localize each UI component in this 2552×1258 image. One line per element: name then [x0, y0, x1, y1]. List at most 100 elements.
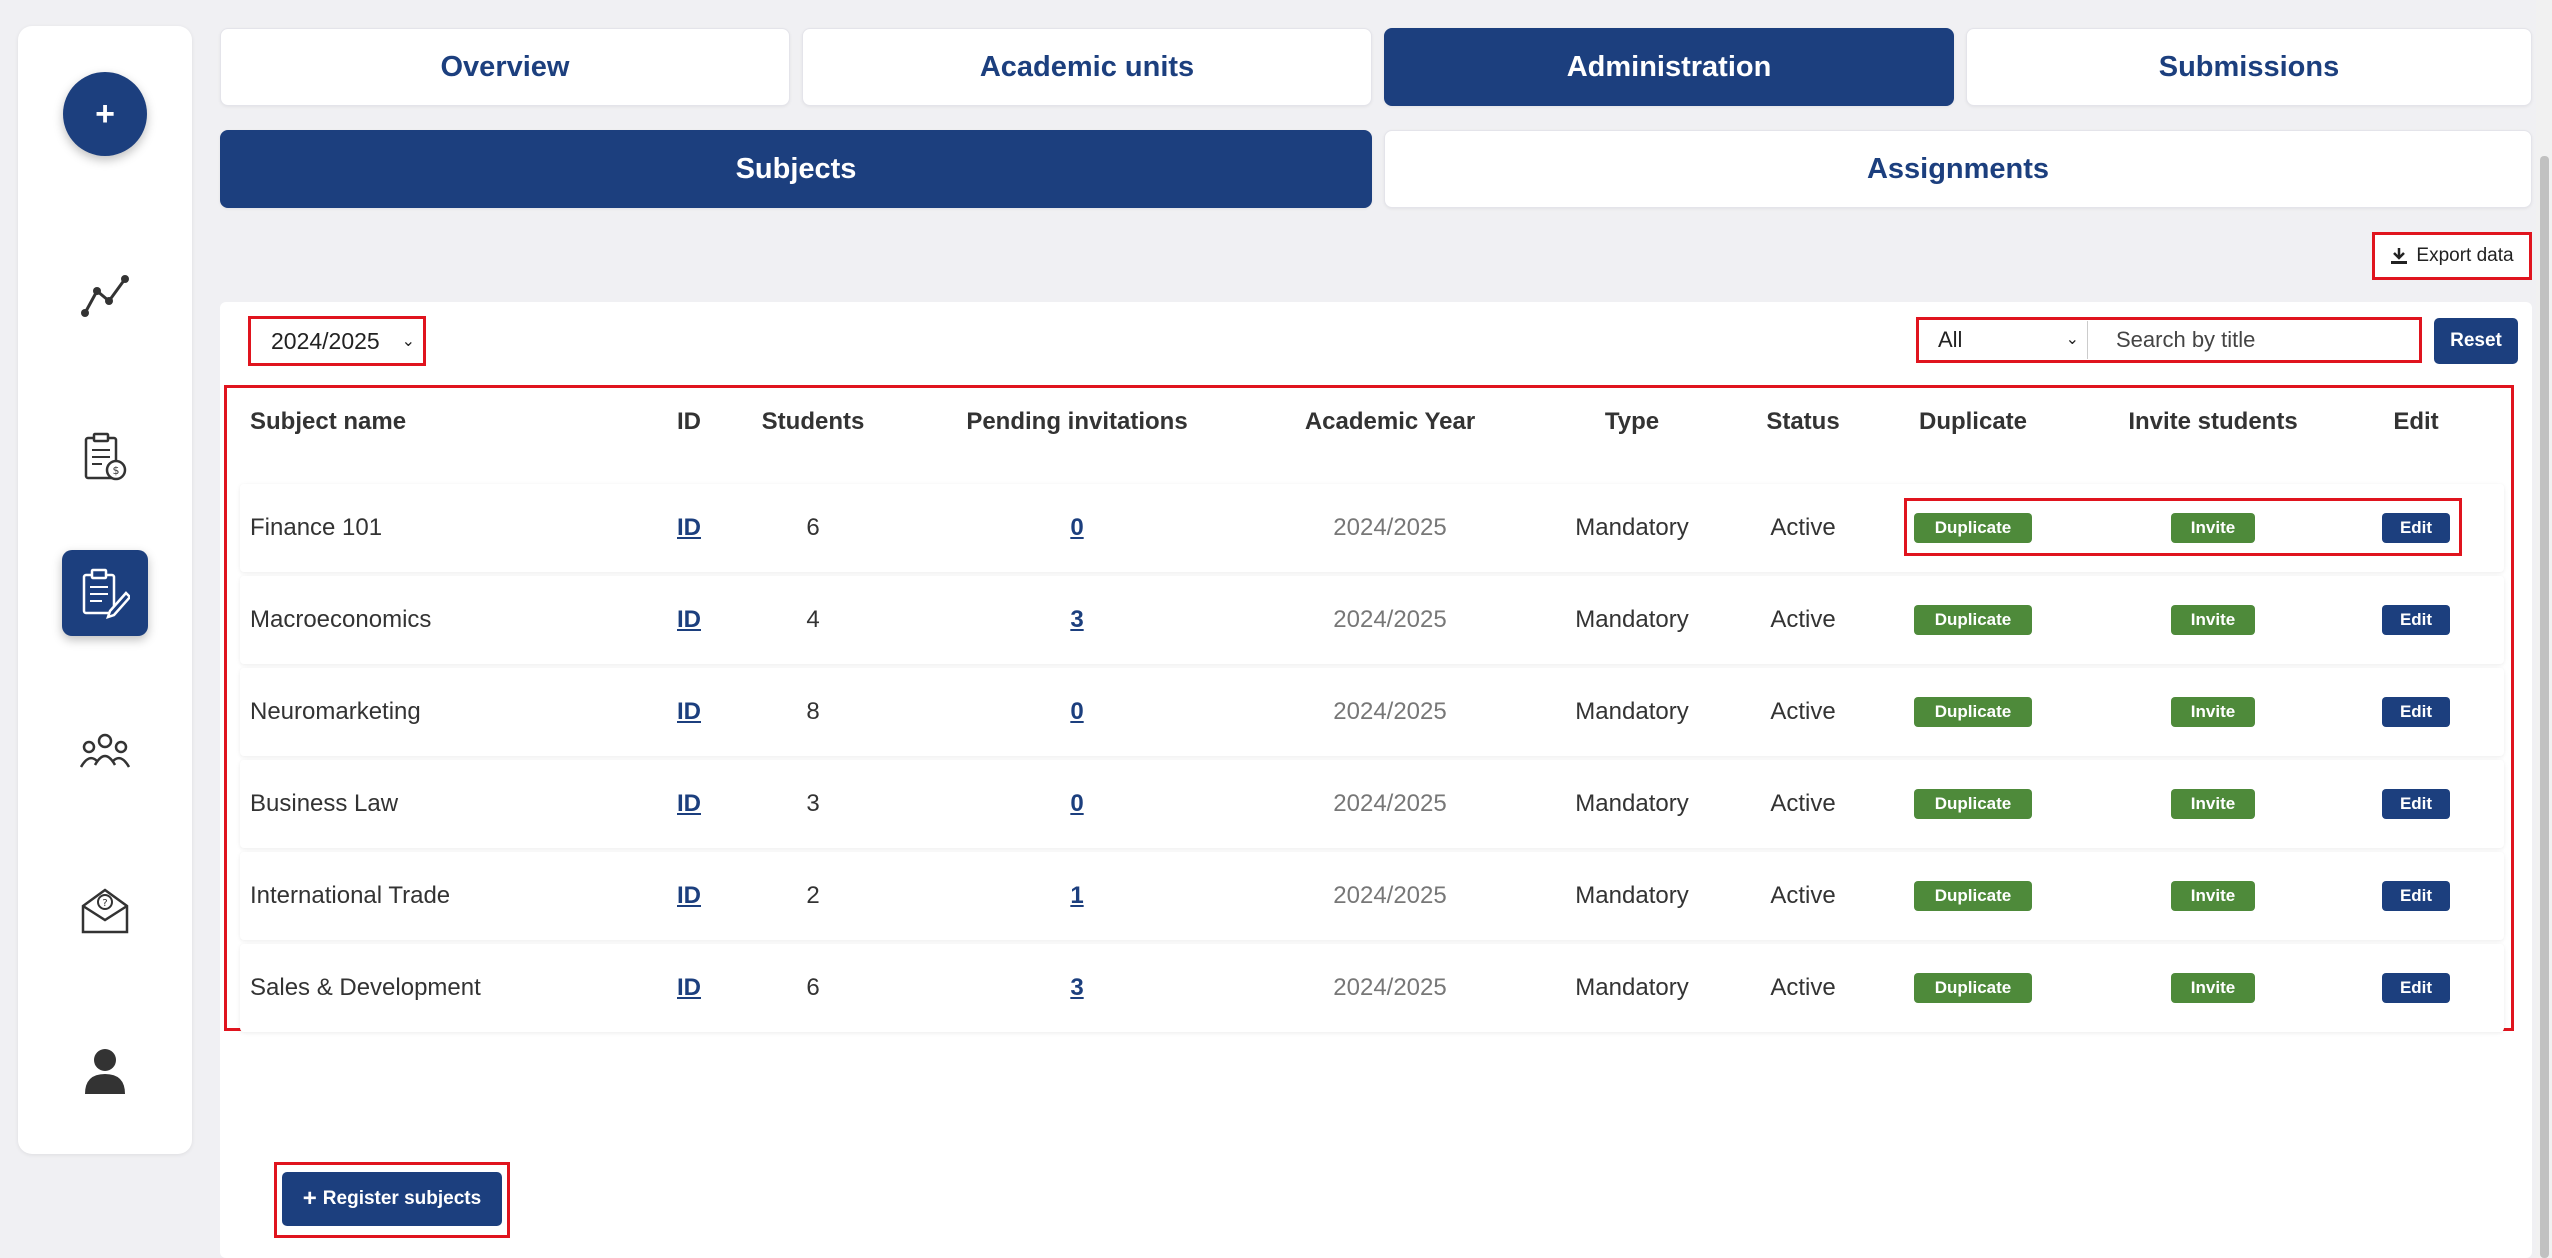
subject-id-link[interactable]: ID: [677, 882, 701, 910]
plus-icon: +: [95, 94, 115, 133]
subject-type: Mandatory: [1575, 514, 1689, 541]
tab-label: Overview: [440, 50, 570, 83]
chevron-down-icon: ⌄: [2065, 331, 2079, 348]
pending-invitations-link[interactable]: 3: [1070, 606, 1083, 634]
subtab-subjects[interactable]: Subjects: [220, 130, 1372, 208]
add-button[interactable]: +: [63, 72, 147, 156]
subject-status: Active: [1770, 790, 1836, 817]
column-header: Invite students: [2128, 408, 2298, 435]
subtab-label: Assignments: [1866, 152, 2050, 185]
type-filter-value: All: [1938, 327, 1963, 352]
duplicate-button[interactable]: Duplicate: [1914, 789, 2032, 819]
subject-type: Mandatory: [1575, 698, 1689, 725]
pending-invitations-link[interactable]: 0: [1070, 698, 1083, 726]
tab-administration[interactable]: Administration: [1384, 28, 1954, 106]
pending-invitations-link[interactable]: 3: [1070, 974, 1083, 1002]
register-subjects-button[interactable]: + Register subjects: [282, 1172, 502, 1226]
students-count: 3: [806, 790, 820, 817]
duplicate-button[interactable]: Duplicate: [1914, 973, 2032, 1003]
edit-button[interactable]: Edit: [2382, 697, 2450, 727]
column-header: Type: [1604, 408, 1660, 435]
subject-type: Mandatory: [1575, 974, 1689, 1001]
subject-id-link[interactable]: ID: [677, 790, 701, 818]
invite-button[interactable]: Invite: [2171, 697, 2255, 727]
tab-academic-units[interactable]: Academic units: [802, 28, 1372, 106]
export-label: Export data: [2416, 245, 2514, 266]
pending-invitations-link[interactable]: 0: [1070, 514, 1083, 542]
academic-year: 2024/2025: [1333, 974, 1447, 1001]
svg-text:?: ?: [102, 898, 107, 909]
subject-status: Active: [1770, 606, 1836, 633]
plus-icon: +: [302, 1185, 317, 1212]
column-header: Pending invitations: [966, 408, 1188, 435]
sidebar-item-profile[interactable]: [62, 1028, 148, 1114]
download-icon: [2391, 248, 2408, 264]
students-count: 4: [806, 606, 820, 633]
subject-id-link[interactable]: ID: [677, 514, 701, 542]
edit-button[interactable]: Edit: [2382, 973, 2450, 1003]
sidebar-item-users[interactable]: [62, 708, 148, 794]
duplicate-button[interactable]: Duplicate: [1914, 881, 2032, 911]
subject-name: Sales & Development: [250, 974, 481, 1001]
invite-button[interactable]: Invite: [2171, 973, 2255, 1003]
assignments-icon: [82, 568, 130, 619]
duplicate-button[interactable]: Duplicate: [1914, 697, 2032, 727]
export-data-button[interactable]: Export data: [2372, 232, 2532, 280]
year-filter-value: 2024/2025: [271, 327, 380, 354]
sidebar: + $ ?: [18, 26, 192, 1154]
column-header: Academic Year: [1304, 408, 1476, 435]
pending-invitations-link[interactable]: 1: [1070, 882, 1083, 910]
svg-text:$: $: [113, 464, 120, 477]
edit-button[interactable]: Edit: [2382, 789, 2450, 819]
subject-type: Mandatory: [1575, 606, 1689, 633]
subject-id-link[interactable]: ID: [677, 974, 701, 1002]
tab-submissions[interactable]: Submissions: [1966, 28, 2532, 106]
subject-name: Finance 101: [250, 514, 383, 541]
sidebar-item-help[interactable]: ?: [62, 868, 148, 954]
invite-button[interactable]: Invite: [2171, 789, 2255, 819]
pending-invitations-link[interactable]: 0: [1070, 790, 1083, 818]
subject-name: International Trade: [250, 882, 451, 909]
students-count: 2: [806, 882, 820, 909]
duplicate-button[interactable]: Duplicate: [1914, 605, 2032, 635]
academic-year: 2024/2025: [1333, 790, 1447, 817]
type-filter-select[interactable]: All ⌄: [1920, 321, 2088, 359]
tab-label: Academic units: [979, 50, 1195, 83]
column-header: Students: [761, 408, 865, 435]
subject-id-link[interactable]: ID: [677, 698, 701, 726]
chevron-down-icon: ⌄: [401, 333, 415, 350]
invite-button[interactable]: Invite: [2171, 605, 2255, 635]
edit-button[interactable]: Edit: [2382, 605, 2450, 635]
subject-id-link[interactable]: ID: [677, 606, 701, 634]
edit-button[interactable]: Edit: [2382, 881, 2450, 911]
subject-type: Mandatory: [1575, 882, 1689, 909]
row-actions-highlight: [1904, 498, 2462, 556]
subject-name: Neuromarketing: [250, 698, 421, 725]
column-header: Status: [1766, 408, 1840, 435]
column-header: Edit: [2393, 408, 2439, 435]
search-input[interactable]: [2098, 321, 2418, 359]
academic-year: 2024/2025: [1333, 698, 1447, 725]
profile-icon: [85, 1049, 125, 1094]
sidebar-item-assignments[interactable]: [62, 550, 148, 636]
subject-status: Active: [1770, 698, 1836, 725]
academic-year: 2024/2025: [1333, 882, 1447, 909]
scrollbar-thumb[interactable]: [2540, 156, 2549, 1258]
subject-type: Mandatory: [1575, 790, 1689, 817]
academic-year: 2024/2025: [1333, 514, 1447, 541]
register-label: Register subjects: [322, 1188, 482, 1209]
invite-button[interactable]: Invite: [2171, 881, 2255, 911]
help-mail-icon: ?: [81, 888, 129, 934]
subject-status: Active: [1770, 974, 1836, 1001]
subtab-label: Subjects: [735, 152, 857, 185]
academic-year: 2024/2025: [1333, 606, 1447, 633]
sidebar-item-analytics[interactable]: [62, 254, 148, 340]
users-icon: [79, 733, 131, 768]
reset-button[interactable]: Reset: [2434, 318, 2518, 364]
year-filter-select[interactable]: 2024/2025 ⌄: [248, 316, 426, 366]
sidebar-item-reports[interactable]: $: [62, 414, 148, 500]
students-count: 6: [806, 514, 820, 541]
tab-label: Submissions: [2158, 50, 2340, 83]
tab-overview[interactable]: Overview: [220, 28, 790, 106]
subtab-assignments[interactable]: Assignments: [1384, 130, 2532, 208]
